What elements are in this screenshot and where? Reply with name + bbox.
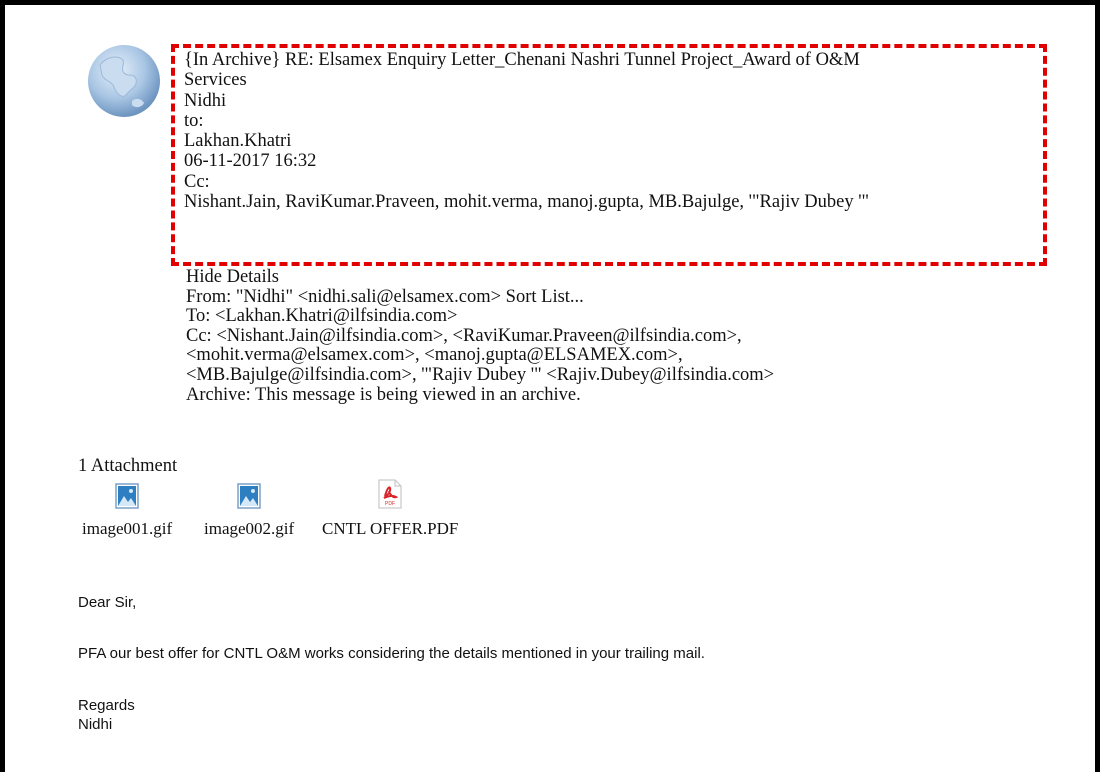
pdf-file-icon: PDF: [378, 479, 402, 509]
attachment-name: image002.gif: [204, 519, 295, 538]
message-header: {In Archive} RE: Elsamex Enquiry Letter_…: [184, 50, 1064, 212]
attachment-item[interactable]: image002.gif: [204, 483, 294, 539]
cc-line: <MB.Bajulge@ilfsindia.com>, '"Rajiv Dube…: [186, 364, 775, 385]
contact-avatar-globe-icon: [88, 45, 160, 117]
cc-recipients[interactable]: Nishant.Jain, RaviKumar.Praveen, mohit.v…: [184, 192, 1064, 212]
attachment-name: CNTL OFFER.PDF: [322, 519, 459, 538]
pdf-icon-label: PDF: [385, 501, 395, 507]
attachment-name: image001.gif: [82, 519, 173, 538]
archive-notice: Archive: This message is being viewed in…: [186, 384, 581, 405]
sender-name[interactable]: Nidhi: [184, 91, 1064, 111]
email-closing: Regards: [78, 697, 135, 714]
sent-datetime: 06-11-2017 16:32: [184, 151, 317, 172]
recipient-name[interactable]: Lakhan.Khatri: [184, 131, 1064, 151]
attachment-item[interactable]: PDF CNTL OFFER.PDF: [322, 479, 459, 539]
email-message: PFA our best offer for CNTL O&M works co…: [78, 645, 705, 662]
cc-label: Cc:: [184, 171, 210, 192]
subject-line: {In Archive} RE: Elsamex Enquiry Letter_…: [184, 50, 860, 70]
to-line: To: <Lakhan.Khatri@ilfsindia.com>: [186, 306, 458, 327]
message-details: Hide Details From: "Nidhi" <nidhi.sali@e…: [186, 267, 775, 405]
email-greeting: Dear Sir,: [78, 594, 137, 611]
attachment-count: 1 Attachment: [78, 456, 178, 476]
from-line: From: "Nidhi" <nidhi.sali@elsamex.com> S…: [186, 286, 584, 307]
email-signature: Nidhi: [78, 716, 113, 733]
image-file-icon: [237, 483, 261, 509]
hide-details-link[interactable]: Hide Details: [186, 267, 774, 288]
cc-line: <mohit.verma@elsamex.com>, <manoj.gupta@…: [186, 345, 683, 366]
image-file-icon: [115, 483, 139, 509]
to-label: to:: [184, 110, 204, 131]
subject-line-continued: Services: [184, 70, 247, 91]
cc-line: Cc: <Nishant.Jain@ilfsindia.com>, <RaviK…: [186, 325, 742, 346]
attachment-item[interactable]: image001.gif: [82, 483, 172, 539]
